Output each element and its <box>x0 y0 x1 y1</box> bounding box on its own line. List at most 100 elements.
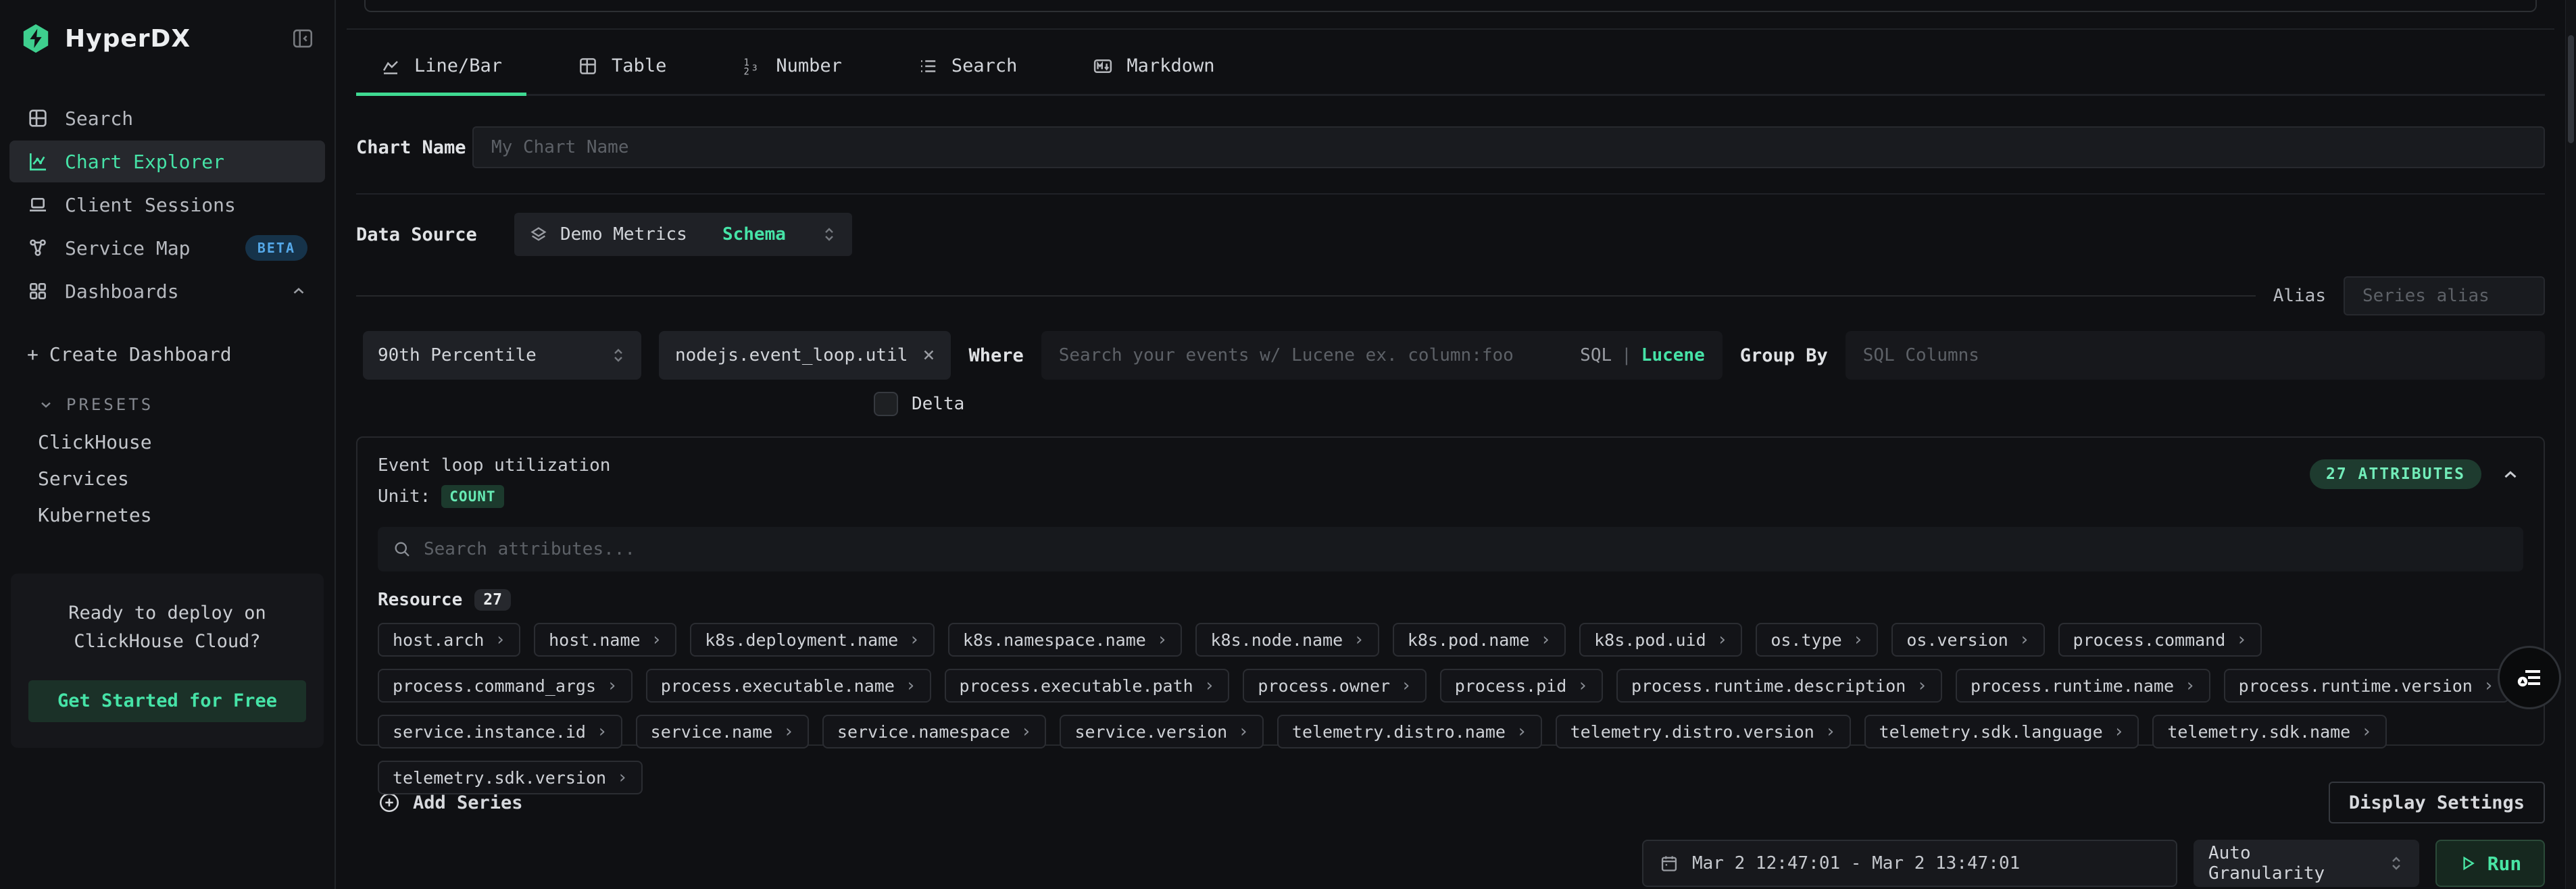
attribute-chip[interactable]: process.owner› <box>1243 669 1426 703</box>
sidebar-item-client-sessions[interactable]: Client Sessions <box>9 184 325 226</box>
tab-search[interactable]: Search <box>918 38 1018 94</box>
attribute-chip[interactable]: service.version› <box>1060 715 1263 748</box>
data-source-select[interactable]: Demo Metrics Schema <box>514 213 852 256</box>
list-icon <box>918 56 938 76</box>
attribute-name: k8s.deployment.name <box>705 630 898 650</box>
data-source-row: Data Source Demo Metrics Schema <box>356 212 2545 257</box>
alias-label: Alias <box>2273 286 2326 306</box>
attributes-search-input[interactable]: Search attributes... <box>378 527 2523 572</box>
feedback-widget-button[interactable] <box>2498 646 2561 709</box>
divider <box>356 193 2545 195</box>
tab-markdown[interactable]: Markdown <box>1093 38 1214 94</box>
delta-checkbox[interactable] <box>874 392 898 416</box>
sql-option[interactable]: SQL <box>1580 345 1612 365</box>
preset-kubernetes[interactable]: Kubernetes <box>38 497 335 533</box>
sidebar-item-service-map[interactable]: Service Map BETA <box>9 227 325 269</box>
attribute-name: os.type <box>1770 630 1841 650</box>
attribute-chip[interactable]: k8s.pod.name› <box>1393 623 1566 657</box>
tab-number[interactable]: 1 2 3 Number <box>742 38 842 94</box>
create-dashboard-button[interactable]: + Create Dashboard <box>27 343 335 365</box>
svg-text:2: 2 <box>744 66 749 76</box>
query-language-toggle[interactable]: SQL | Lucene <box>1580 345 1705 365</box>
metric-unit-row: Unit: COUNT <box>378 485 2523 508</box>
run-button[interactable]: Run <box>2435 840 2545 887</box>
attribute-chip[interactable]: k8s.deployment.name› <box>690 623 935 657</box>
get-started-button[interactable]: Get Started for Free <box>28 680 306 722</box>
sidebar-item-dashboards[interactable]: Dashboards <box>9 270 325 312</box>
search-grid-icon <box>27 107 49 129</box>
attribute-chip[interactable]: process.executable.name› <box>646 669 931 703</box>
alias-input[interactable]: Series alias <box>2344 276 2545 315</box>
chevron-right-icon: › <box>1717 630 1728 650</box>
number-123-icon: 1 2 3 <box>742 56 762 76</box>
aggregation-select[interactable]: 90th Percentile <box>363 331 641 380</box>
top-cropped-input[interactable] <box>364 0 2537 12</box>
schema-link[interactable]: Schema <box>722 224 786 245</box>
attribute-name: telemetry.sdk.version <box>393 768 606 788</box>
run-label: Run <box>2487 853 2522 875</box>
attribute-chip[interactable]: host.arch› <box>378 623 520 657</box>
group-by-input[interactable]: SQL Columns <box>1846 331 2545 380</box>
attribute-chip[interactable]: os.version› <box>1891 623 2044 657</box>
chevron-right-icon: › <box>2236 630 2247 650</box>
scrollbar-thumb[interactable] <box>2568 35 2574 143</box>
attribute-chip[interactable]: process.runtime.description› <box>1616 669 1942 703</box>
attribute-chip[interactable]: process.executable.path› <box>945 669 1230 703</box>
preset-services[interactable]: Services <box>38 460 335 497</box>
sidebar-item-search[interactable]: Search <box>9 97 325 139</box>
add-series-button[interactable]: Add Series <box>378 791 523 814</box>
attribute-chip[interactable]: k8s.pod.uid› <box>1579 623 1742 657</box>
chevron-right-icon: › <box>1577 676 1588 696</box>
preset-clickhouse[interactable]: ClickHouse <box>38 424 335 460</box>
sidebar-item-label: Search <box>65 107 133 130</box>
clear-metric-icon[interactable]: × <box>922 345 935 365</box>
presets-label: PRESETS <box>66 395 153 414</box>
beta-badge: BETA <box>245 235 307 261</box>
attribute-chip[interactable]: service.namespace› <box>822 715 1047 748</box>
attribute-name: process.runtime.name <box>1971 676 2174 696</box>
chevron-right-icon: › <box>2361 721 2372 742</box>
where-search-input[interactable]: Search your events w/ Lucene ex. column:… <box>1041 331 1723 380</box>
attribute-chip[interactable]: telemetry.sdk.name› <box>2152 715 2387 748</box>
page-scrollbar[interactable] <box>2565 0 2576 889</box>
chart-name-input[interactable]: My Chart Name <box>472 126 2545 168</box>
attribute-chip[interactable]: telemetry.sdk.version› <box>378 761 643 794</box>
attribute-chip[interactable]: service.name› <box>636 715 809 748</box>
attribute-chip[interactable]: telemetry.distro.version› <box>1556 715 1851 748</box>
where-label: Where <box>968 345 1023 366</box>
attribute-chip[interactable]: process.runtime.name› <box>1956 669 2210 703</box>
presets-list: ClickHouse Services Kubernetes <box>0 424 335 533</box>
chart-name-label: Chart Name <box>356 137 472 158</box>
chevron-right-icon: › <box>1516 721 1527 742</box>
collapse-panel-icon[interactable] <box>2500 465 2521 485</box>
attribute-name: process.runtime.description <box>1631 676 1906 696</box>
attribute-name: host.arch <box>393 630 484 650</box>
group-by-label: Group By <box>1740 345 1828 366</box>
alias-row: Alias Series alias <box>356 276 2545 316</box>
chevron-up-icon <box>290 282 307 300</box>
tab-line-bar[interactable]: Line/Bar <box>380 38 502 94</box>
metric-field-select[interactable]: nodejs.event_loop.util × <box>659 331 951 380</box>
attribute-chip[interactable]: process.runtime.version› <box>2224 669 2509 703</box>
attribute-chip[interactable]: os.type› <box>1756 623 1878 657</box>
granularity-select[interactable]: Auto Granularity <box>2194 840 2419 887</box>
attribute-chip[interactable]: process.pid › <box>1440 669 1603 703</box>
collapse-sidebar-icon[interactable] <box>291 27 314 50</box>
attribute-chip[interactable]: host.name› <box>534 623 676 657</box>
attribute-chip[interactable]: k8s.namespace.name› <box>948 623 1183 657</box>
plus-circle-icon <box>378 791 401 814</box>
chevron-right-icon: › <box>1540 630 1551 650</box>
tab-table[interactable]: Table <box>578 38 666 94</box>
time-range-input[interactable]: Mar 2 12:47:01 - Mar 2 13:47:01 <box>1642 840 2177 887</box>
chevron-right-icon: › <box>1354 630 1364 650</box>
attribute-chip[interactable]: telemetry.distro.name› <box>1277 715 1542 748</box>
attribute-chip[interactable]: process.command› <box>2058 623 2262 657</box>
attribute-chip[interactable]: process.command_args› <box>378 669 633 703</box>
lucene-option[interactable]: Lucene <box>1641 345 1705 365</box>
presets-toggle[interactable]: PRESETS <box>38 395 335 414</box>
attribute-chip[interactable]: service.instance.id› <box>378 715 622 748</box>
attribute-chip[interactable]: k8s.node.name› <box>1195 623 1379 657</box>
attribute-name: process.pid <box>1455 676 1567 696</box>
sidebar-item-chart-explorer[interactable]: Chart Explorer <box>9 141 325 182</box>
attribute-chip[interactable]: telemetry.sdk.language› <box>1864 715 2139 748</box>
